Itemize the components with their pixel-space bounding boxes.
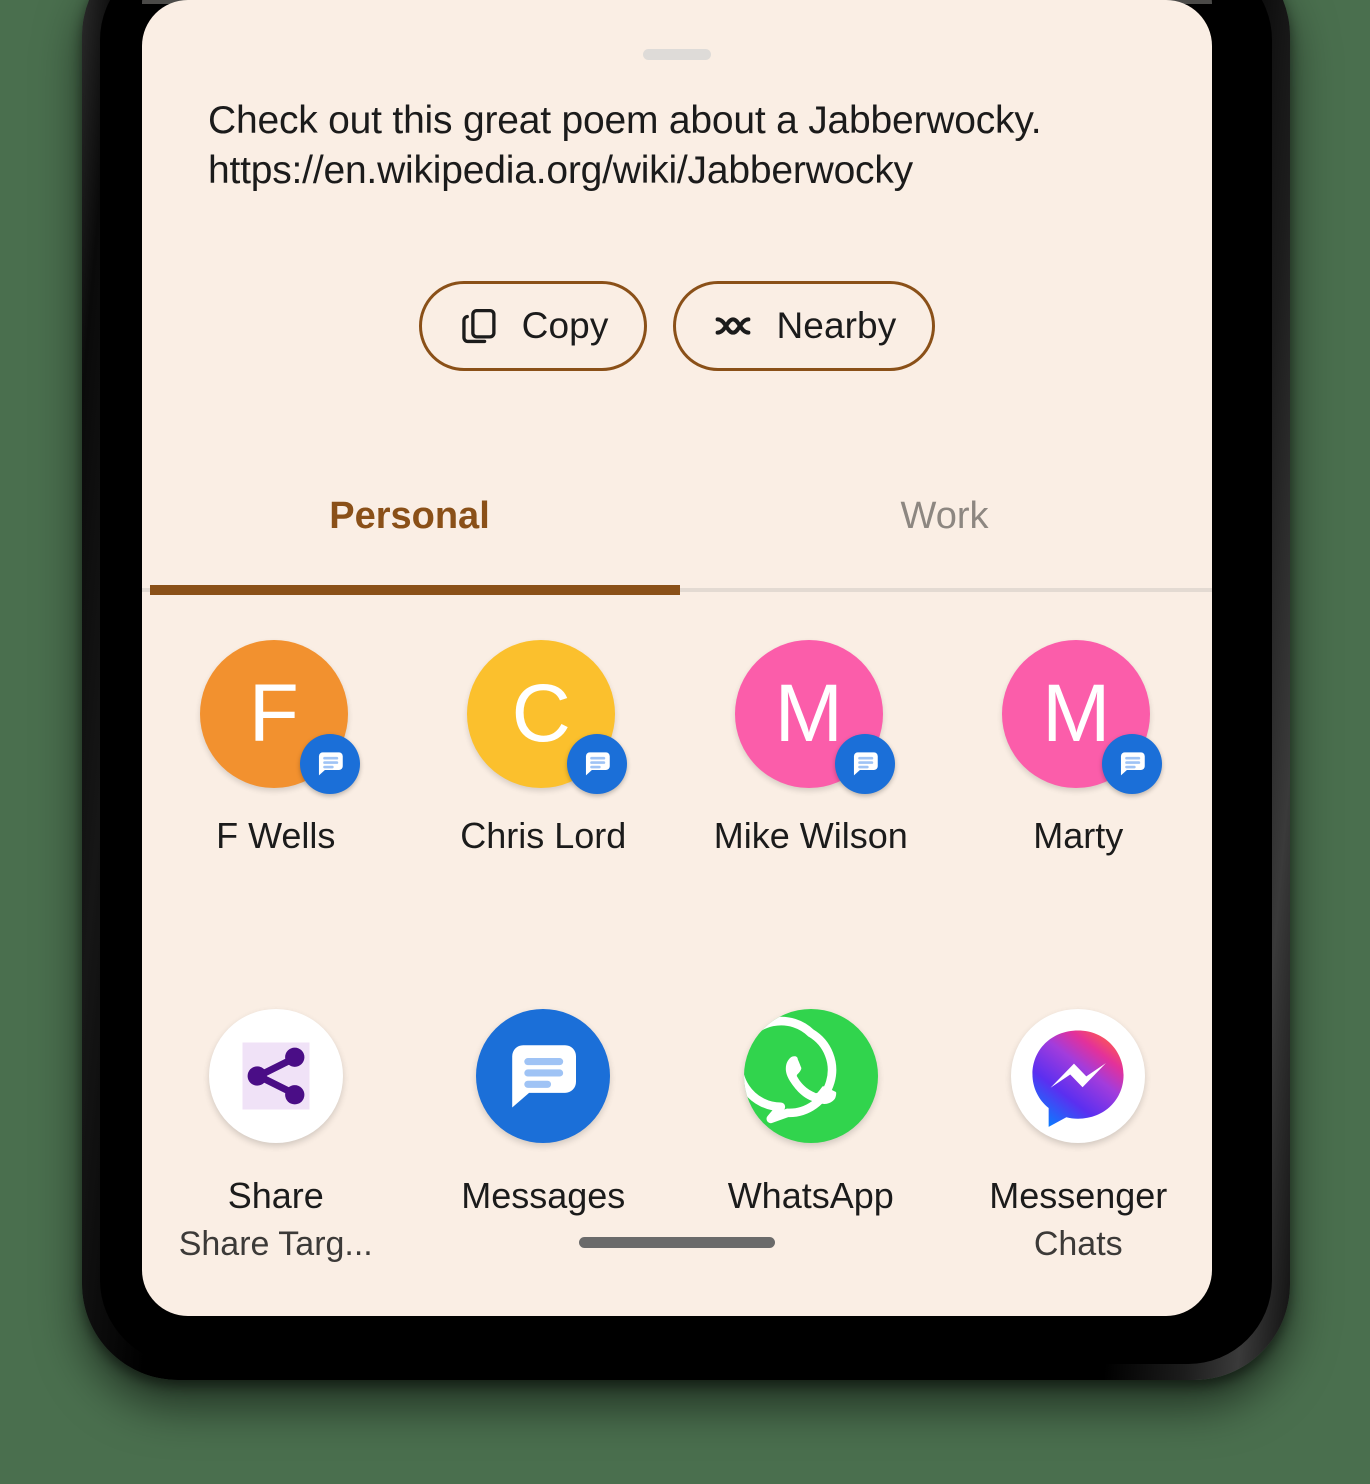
sheet-drag-handle[interactable] bbox=[643, 49, 711, 60]
copy-button[interactable]: Copy bbox=[418, 281, 648, 371]
share-target-app[interactable]: Messenger Chats bbox=[945, 1000, 1213, 1266]
messages-icon bbox=[1102, 734, 1163, 794]
share-app-row: Share Share Targ... Messages WhatsApp Me… bbox=[142, 1000, 1212, 1266]
avatar-initial: M bbox=[774, 668, 843, 759]
avatar-initial: M bbox=[1042, 668, 1111, 759]
messages-app-icon bbox=[476, 1009, 611, 1143]
share-target-app[interactable]: Messages bbox=[410, 1000, 678, 1266]
messages-icon bbox=[299, 734, 360, 794]
tab-personal[interactable]: Personal bbox=[142, 477, 677, 585]
share-target-contact[interactable]: M Mike Wilson bbox=[677, 640, 945, 858]
tab-selected-indicator bbox=[150, 585, 680, 595]
share-target-sublabel: Share Targ... bbox=[178, 1225, 373, 1263]
share-target-label: F Wells bbox=[216, 815, 336, 856]
tab-work[interactable]: Work bbox=[677, 477, 1212, 585]
messages-icon bbox=[567, 734, 628, 794]
avatar: C bbox=[467, 640, 628, 794]
quick-action-row: Copy Nearby bbox=[142, 281, 1212, 371]
shared-content-preview: Check out this great poem about a Jabber… bbox=[208, 96, 1138, 196]
copy-icon bbox=[458, 305, 500, 347]
share-target-app[interactable]: Share Share Targ... bbox=[142, 1000, 410, 1266]
share-target-sublabel: Chats bbox=[1033, 1225, 1123, 1263]
messages-icon bbox=[834, 734, 895, 794]
share-target-label: Share bbox=[227, 1175, 324, 1216]
share-target-contact[interactable]: F F Wells bbox=[142, 640, 410, 858]
profile-tab-bar: Personal Work bbox=[142, 477, 1212, 595]
avatar-initial: F bbox=[248, 668, 299, 759]
app-icon-wrap bbox=[735, 1000, 887, 1152]
share-target-label: Messenger bbox=[989, 1175, 1168, 1216]
direct-share-contact-row: F F Wells C Chris Lord M Mike Wilson M M… bbox=[142, 640, 1212, 858]
whatsapp-icon bbox=[743, 1009, 878, 1143]
tab-personal-label: Personal bbox=[329, 495, 490, 537]
avatar-initial: C bbox=[511, 668, 571, 759]
nearby-share-button-label: Nearby bbox=[776, 305, 897, 346]
home-indicator[interactable] bbox=[579, 1237, 775, 1248]
app-icon-wrap bbox=[200, 1000, 352, 1152]
share-target-app[interactable]: WhatsApp bbox=[677, 1000, 945, 1266]
share-target-contact[interactable]: M Marty bbox=[945, 640, 1213, 858]
share-target-label: Messages bbox=[461, 1175, 626, 1216]
share-target-label: WhatsApp bbox=[727, 1175, 894, 1216]
share-target-label: Marty bbox=[1033, 815, 1124, 856]
share-nodes-icon bbox=[208, 1009, 343, 1143]
avatar: M bbox=[734, 640, 895, 794]
nearby-share-button[interactable]: Nearby bbox=[673, 281, 936, 371]
share-sheet: Check out this great poem about a Jabber… bbox=[142, 0, 1212, 1316]
copy-button-label: Copy bbox=[521, 305, 609, 346]
share-target-label: Mike Wilson bbox=[713, 815, 908, 856]
share-target-contact[interactable]: C Chris Lord bbox=[410, 640, 678, 858]
nearby-share-icon bbox=[712, 305, 754, 347]
preview-text-line-1: Check out this great poem about a Jabber… bbox=[208, 99, 1042, 142]
preview-text-line-2: https://en.wikipedia.org/wiki/Jabberwock… bbox=[208, 149, 913, 192]
messenger-icon bbox=[1011, 1009, 1146, 1143]
avatar: M bbox=[1002, 640, 1163, 794]
share-target-label: Chris Lord bbox=[460, 815, 627, 856]
app-icon-wrap bbox=[467, 1000, 619, 1152]
app-icon-wrap bbox=[1002, 1000, 1154, 1152]
tab-work-label: Work bbox=[900, 495, 989, 537]
avatar: F bbox=[199, 640, 360, 794]
